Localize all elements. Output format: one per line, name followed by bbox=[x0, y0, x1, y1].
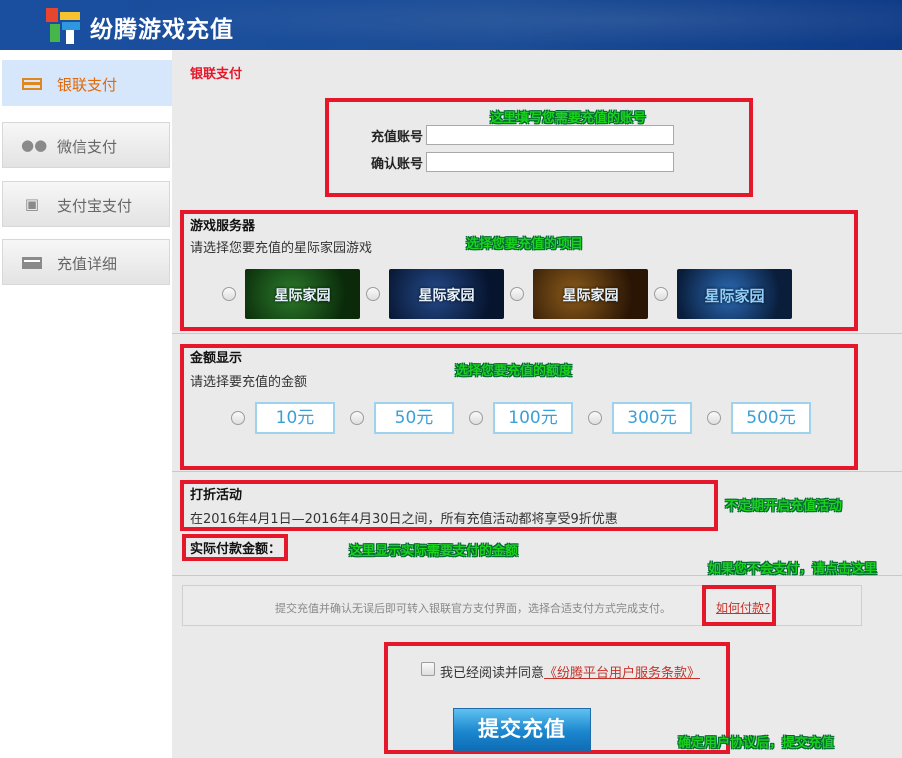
recharge-account-input[interactable] bbox=[426, 125, 674, 145]
header-bar: 纷腾游戏充值 bbox=[0, 0, 902, 50]
actual-annotation: 这里显示实际需要支付的金额 bbox=[349, 544, 519, 559]
game-option-label: 星际家园 bbox=[562, 288, 619, 304]
confirm-account-label: 确认账号 bbox=[371, 157, 424, 172]
amount-radio-1[interactable] bbox=[231, 411, 245, 425]
amount-option-10[interactable]: 10元 bbox=[255, 402, 335, 434]
section-divider bbox=[172, 471, 902, 472]
howpay-annotation: 如果您不会支付，请点击这里 bbox=[708, 562, 878, 577]
section-divider bbox=[172, 333, 902, 334]
agreement-checkbox[interactable] bbox=[421, 662, 435, 676]
confirm-account-input[interactable] bbox=[426, 152, 674, 172]
payment-sidebar: 银联支付 ●● 微信支付 ▣ 支付宝支付 充值详细 bbox=[0, 50, 187, 758]
sidebar-item-label: 银联支付 bbox=[57, 76, 118, 94]
actual-amount-label: 实际付款金额： bbox=[190, 542, 282, 557]
game-radio-3[interactable] bbox=[510, 287, 524, 301]
main-content: 银联支付 这里填写您需要充值的账号 充值账号 确认账号 游戏服务器 请选择您要充… bbox=[172, 50, 902, 758]
game-option-4[interactable]: 星际家园 bbox=[677, 269, 792, 319]
game-radio-1[interactable] bbox=[222, 287, 236, 301]
game-option-2[interactable]: 星际家园 bbox=[389, 269, 504, 319]
game-radio-4[interactable] bbox=[654, 287, 668, 301]
amount-radio-2[interactable] bbox=[350, 411, 364, 425]
game-annotation: 选择您要充值的项目 bbox=[466, 237, 584, 252]
payment-info-text: 提交充值并确认无误后即可转入银联官方支付界面，选择合适支付方式完成支付。 bbox=[275, 602, 671, 615]
card-icon bbox=[21, 254, 43, 271]
howpay-highlight-box bbox=[702, 585, 776, 626]
amount-option-50[interactable]: 50元 bbox=[374, 402, 454, 434]
amount-radio-3[interactable] bbox=[469, 411, 483, 425]
amount-option-300[interactable]: 300元 bbox=[612, 402, 692, 434]
submit-recharge-button[interactable]: 提交充值 bbox=[453, 708, 591, 751]
game-radio-2[interactable] bbox=[366, 287, 380, 301]
discount-title: 打折活动 bbox=[190, 488, 243, 503]
amount-title: 金额显示 bbox=[190, 351, 243, 366]
sidebar-item-wechat[interactable]: ●● 微信支付 bbox=[2, 122, 170, 168]
wechat-icon: ●● bbox=[21, 136, 48, 154]
card-icon bbox=[21, 75, 43, 92]
sidebar-item-alipay[interactable]: ▣ 支付宝支付 bbox=[2, 181, 170, 227]
amount-desc: 请选择要充值的金额 bbox=[190, 375, 308, 390]
game-server-title: 游戏服务器 bbox=[190, 219, 256, 234]
alipay-icon: ▣ bbox=[24, 195, 40, 213]
sidebar-item-label: 微信支付 bbox=[57, 138, 118, 156]
amount-radio-4[interactable] bbox=[588, 411, 602, 425]
amount-annotation: 选择您要充值的额度 bbox=[455, 364, 573, 379]
game-server-desc: 请选择您要充值的星际家园游戏 bbox=[190, 241, 373, 256]
page-title: 银联支付 bbox=[190, 67, 243, 82]
agreement-text: 我已经阅读并同意《纷腾平台用户服务条款》 bbox=[440, 662, 700, 681]
sidebar-item-recharge-detail[interactable]: 充值详细 bbox=[2, 239, 170, 285]
sidebar-item-label: 支付宝支付 bbox=[57, 197, 133, 215]
discount-desc: 在2016年4月1日—2016年4月30日之间，所有充值活动都将享受9折优惠 bbox=[190, 512, 618, 527]
agreement-label: 我已经阅读并同意 bbox=[440, 666, 545, 681]
submit-annotation: 确定用户协议后，提交充值 bbox=[678, 736, 835, 751]
discount-annotation: 不定期开启充值活动 bbox=[725, 499, 843, 514]
sidebar-item-label: 充值详细 bbox=[57, 255, 118, 273]
amount-radio-5[interactable] bbox=[707, 411, 721, 425]
recharge-account-label: 充值账号 bbox=[371, 130, 424, 145]
terms-link[interactable]: 《纷腾平台用户服务条款》 bbox=[544, 666, 700, 681]
game-option-label: 星际家园 bbox=[274, 288, 331, 304]
fenteng-logo-icon bbox=[46, 8, 82, 44]
amount-option-500[interactable]: 500元 bbox=[731, 402, 811, 434]
game-option-3[interactable]: 星际家园 bbox=[533, 269, 648, 319]
game-option-1[interactable]: 星际家园 bbox=[245, 269, 360, 319]
site-title: 纷腾游戏充值 bbox=[90, 17, 234, 43]
account-annotation: 这里填写您需要充值的账号 bbox=[490, 111, 647, 126]
amount-option-100[interactable]: 100元 bbox=[493, 402, 573, 434]
game-option-label: 星际家园 bbox=[704, 287, 765, 305]
game-option-label: 星际家园 bbox=[418, 288, 475, 304]
sidebar-item-unionpay[interactable]: 银联支付 bbox=[2, 60, 187, 108]
